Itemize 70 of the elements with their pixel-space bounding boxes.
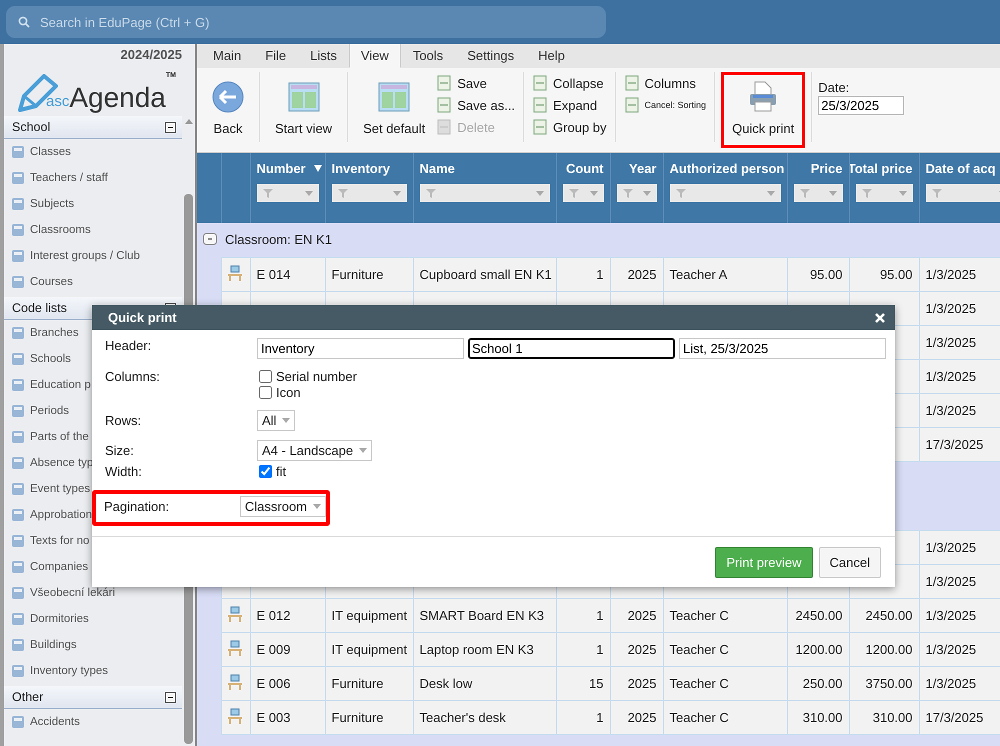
table-cell: 2025: [628, 676, 656, 691]
table-cell: E 003: [256, 710, 290, 725]
school-year: 2024/2025: [120, 46, 182, 62]
table-cell: 1: [596, 267, 604, 282]
table-cell: 1/3/2025: [926, 301, 976, 316]
table-cell: 2025: [628, 642, 656, 657]
date-label: Date:: [818, 80, 850, 95]
table-cell: 2450.00: [796, 608, 842, 623]
table-cell: 1/3/2025: [926, 267, 976, 282]
section-title: School: [12, 120, 50, 134]
table-cell: Teacher C: [670, 642, 729, 657]
table-cell: 1200.00: [866, 642, 912, 657]
field-label: Pagination:: [103, 499, 170, 514]
table-cell: 1/3/2025: [926, 403, 976, 418]
group-label: Classroom: EN K1: [225, 232, 332, 247]
table-cell: 1/3/2025: [926, 335, 976, 350]
table-cell: 2450.00: [866, 608, 912, 623]
logo-name: Agenda: [69, 84, 166, 114]
field-label: Width:: [104, 464, 143, 479]
table-cell: Laptop room EN K3: [420, 642, 534, 657]
table-cell: 1/3/2025: [926, 608, 976, 623]
table-cell: 2025: [628, 710, 656, 725]
table-cell: 1/3/2025: [926, 642, 976, 657]
table-cell: 3750.00: [866, 676, 912, 691]
table-cell: E 012: [256, 608, 290, 623]
table-cell: Cupboard small EN K1: [420, 267, 552, 282]
table-cell: 1: [596, 608, 604, 623]
checkbox-label: Serial number: [276, 369, 357, 384]
field-label: Rows:: [104, 413, 142, 428]
table-cell: 1/3/2025: [926, 676, 976, 691]
table-cell: Desk low: [420, 676, 472, 691]
table-cell: 1/3/2025: [926, 574, 976, 589]
table-cell: 310.00: [802, 710, 842, 725]
table-cell: Furniture: [332, 267, 384, 282]
table-cell: Furniture: [332, 676, 384, 691]
table-cell: 95.00: [880, 267, 912, 282]
table-cell: Furniture: [332, 710, 384, 725]
field-label: Size:: [104, 443, 135, 458]
table-cell: 17/3/2025: [926, 710, 984, 725]
table-cell: IT equipment: [332, 642, 408, 657]
table-cell: 1: [596, 710, 604, 725]
checkbox-label: Icon: [276, 385, 301, 400]
table-cell: 1200.00: [796, 642, 842, 657]
table-cell: 2025: [628, 267, 656, 282]
table-cell: SMART Board EN K3: [420, 608, 544, 623]
table-cell: 1/3/2025: [926, 540, 976, 555]
table-cell: IT equipment: [332, 608, 408, 623]
table-cell: 310.00: [872, 710, 912, 725]
table-cell: Teacher C: [670, 608, 729, 623]
table-cell: Teacher A: [670, 267, 728, 282]
checkbox-label: fit: [276, 464, 286, 479]
table-cell: E 009: [256, 642, 290, 657]
field-label: Columns:: [104, 369, 161, 384]
table-cell: 15: [589, 676, 604, 691]
table-cell: Teacher's desk: [420, 710, 506, 725]
table-cell: 1/3/2025: [926, 369, 976, 384]
section-title: Code lists: [12, 301, 67, 315]
section-title: Other: [12, 690, 44, 704]
table-cell: E 014: [256, 267, 290, 282]
table-cell: E 006: [256, 676, 290, 691]
table-cell: 2025: [628, 608, 656, 623]
dialog-title: Quick print: [108, 310, 177, 325]
table-cell: 17/3/2025: [926, 437, 984, 452]
logo-prefix: asc: [46, 93, 70, 112]
table-cell: 250.00: [802, 676, 842, 691]
field-label: Header:: [104, 338, 152, 353]
table-cell: Teacher C: [670, 710, 729, 725]
table-cell: Teacher C: [670, 676, 729, 691]
table-cell: 1: [596, 642, 604, 657]
table-cell: 95.00: [810, 267, 842, 282]
